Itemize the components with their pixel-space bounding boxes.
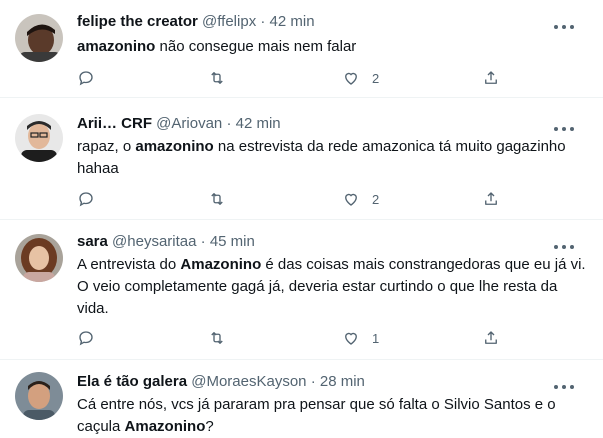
more-options-icon[interactable] <box>553 377 575 389</box>
reply-button[interactable] <box>77 328 95 348</box>
display-name[interactable]: sara <box>77 233 108 250</box>
retweet-button[interactable] <box>208 68 226 88</box>
user-handle[interactable]: @ffelipx <box>202 13 256 30</box>
reply-icon <box>79 192 93 207</box>
reply-button[interactable] <box>77 189 95 209</box>
avatar[interactable] <box>15 114 63 162</box>
share-icon <box>485 71 497 84</box>
tweet[interactable]: sara @heysaritaa · 45 min A entrevista d… <box>0 220 603 360</box>
display-name[interactable]: Arii… CRF <box>77 115 152 132</box>
more-options-icon[interactable] <box>553 119 575 131</box>
share-button[interactable] <box>482 68 500 88</box>
share-icon <box>485 192 497 205</box>
tweet[interactable]: Ela é tão galera @MoraesKayson · 28 min … <box>0 360 603 437</box>
tweet-text: Cá entre nós, vcs já pararam pra pensar … <box>77 394 587 438</box>
text-bold: Amazonino <box>180 256 262 273</box>
like-count: 2 <box>372 70 380 86</box>
share-button[interactable] <box>482 189 500 209</box>
avatar-image <box>15 372 63 420</box>
avatar-shirt <box>23 410 55 420</box>
tweet-text: rapaz, o amazonino na estrevista da rede… <box>77 136 587 180</box>
retweet-button[interactable] <box>208 328 226 348</box>
tweet-header: Arii… CRF @Ariovan · 42 min <box>77 114 281 134</box>
like-button[interactable]: 2 <box>342 189 379 209</box>
retweet-icon <box>211 332 223 344</box>
text-plain: A entrevista do <box>77 256 181 273</box>
tweet-header: Ela é tão galera @MoraesKayson · 28 min <box>77 372 365 392</box>
avatar-shirt <box>19 52 61 62</box>
user-handle[interactable]: @Ariovan <box>156 115 222 132</box>
heart-icon <box>345 332 357 345</box>
retweet-button[interactable] <box>208 189 226 209</box>
reply-icon <box>79 71 93 86</box>
share-icon <box>485 331 497 344</box>
heart-icon <box>345 72 357 85</box>
tweet[interactable]: felipe the creator @ffelipx · 42 min ama… <box>0 0 603 98</box>
like-button[interactable]: 2 <box>342 68 379 88</box>
text-plain: rapaz, o <box>77 138 136 155</box>
text-bold: Amazonino <box>124 418 206 435</box>
retweet-icon <box>211 72 223 84</box>
timestamp[interactable]: 45 min <box>210 233 255 250</box>
share-button[interactable] <box>482 328 500 348</box>
like-count: 1 <box>372 330 380 346</box>
timestamp[interactable]: 28 min <box>320 373 365 390</box>
text-bold: amazonino <box>77 38 156 55</box>
user-handle[interactable]: @heysaritaa <box>112 233 196 250</box>
tweet-header: sara @heysaritaa · 45 min <box>77 232 255 252</box>
more-options-icon[interactable] <box>553 17 575 29</box>
text-bold: amazonino <box>135 138 214 155</box>
more-options-icon[interactable] <box>553 237 575 249</box>
avatar-image <box>15 114 63 162</box>
display-name[interactable]: Ela é tão galera <box>77 373 187 390</box>
timestamp[interactable]: 42 min <box>236 115 281 132</box>
avatar-image <box>15 14 63 62</box>
avatar[interactable] <box>15 234 63 282</box>
separator-dot: · <box>310 373 316 390</box>
text-plain: não consegue mais nem falar <box>155 38 357 55</box>
tweet-text: amazonino não consegue mais nem falar <box>77 36 587 58</box>
separator-dot: · <box>226 115 232 132</box>
tweet[interactable]: Arii… CRF @Ariovan · 42 min rapaz, o ama… <box>0 98 603 220</box>
avatar[interactable] <box>15 372 63 420</box>
like-button[interactable]: 1 <box>342 328 379 348</box>
user-handle[interactable]: @MoraesKayson <box>191 373 306 390</box>
avatar-shirt <box>23 272 55 282</box>
separator-dot: · <box>200 233 206 250</box>
retweet-icon <box>211 193 223 205</box>
avatar[interactable] <box>15 14 63 62</box>
like-count: 2 <box>372 191 380 207</box>
display-name[interactable]: felipe the creator <box>77 13 198 30</box>
avatar-face <box>29 246 49 270</box>
avatar-image <box>15 234 63 282</box>
tweet-header: felipe the creator @ffelipx · 42 min <box>77 12 315 32</box>
timestamp[interactable]: 42 min <box>270 13 315 30</box>
reply-button[interactable] <box>77 68 95 88</box>
reply-icon <box>79 331 93 346</box>
avatar-shirt <box>21 150 57 162</box>
separator-dot: · <box>260 13 266 30</box>
tweet-text: A entrevista do Amazonino é das coisas m… <box>77 254 587 320</box>
text-plain: ? <box>205 418 214 435</box>
heart-icon <box>345 193 357 206</box>
